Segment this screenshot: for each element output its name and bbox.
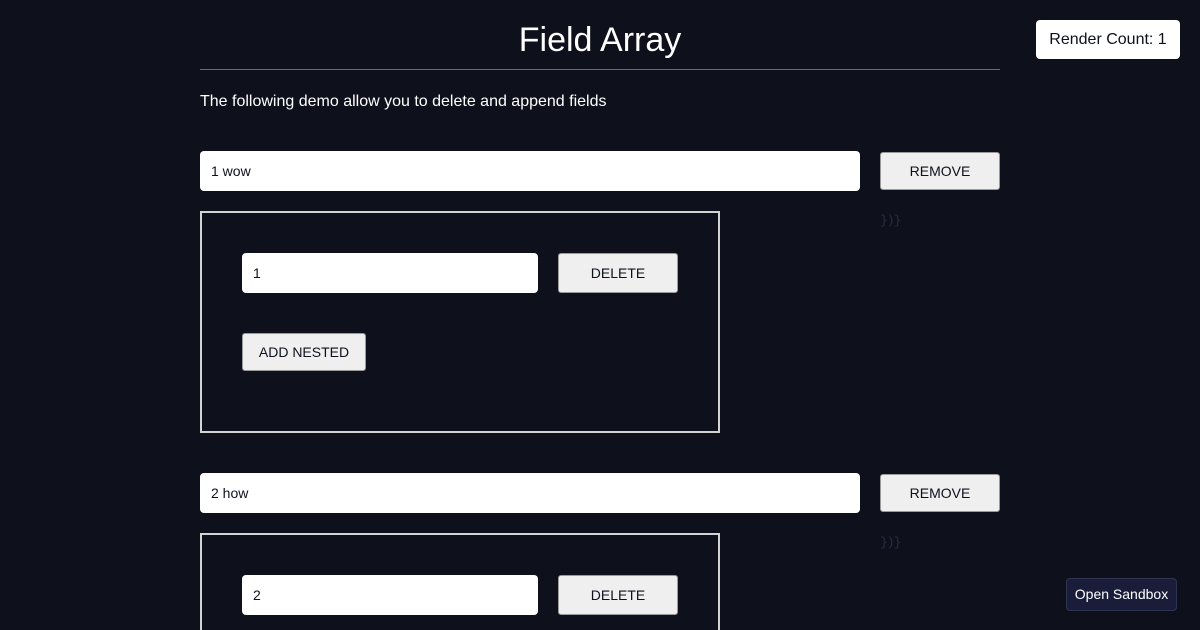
remove-button-1[interactable]: REMOVE [880, 152, 1000, 190]
open-sandbox-button[interactable]: Open Sandbox [1066, 578, 1177, 611]
delete-button-2[interactable]: DELETE [558, 575, 678, 615]
page-title: Field Array [518, 21, 682, 59]
add-nested-button-1[interactable]: ADD NESTED [242, 333, 366, 371]
nested-field-container-1 [200, 211, 720, 433]
title-divider [200, 69, 1000, 70]
nested-field-input-2[interactable] [242, 575, 538, 615]
field-input-2[interactable] [200, 473, 860, 513]
remove-button-2[interactable]: REMOVE [880, 474, 1000, 512]
page-description: The following demo allow you to delete a… [200, 93, 607, 110]
delete-button-1[interactable]: DELETE [558, 253, 678, 293]
closing-braces-1: })} [880, 213, 901, 228]
page: Field Array Render Count: 1 The followin… [0, 0, 1200, 630]
nested-field-input-1[interactable] [242, 253, 538, 293]
field-input-1[interactable] [200, 151, 860, 191]
render-count-badge: Render Count: 1 [1036, 20, 1180, 59]
closing-braces-2: })} [880, 535, 901, 550]
